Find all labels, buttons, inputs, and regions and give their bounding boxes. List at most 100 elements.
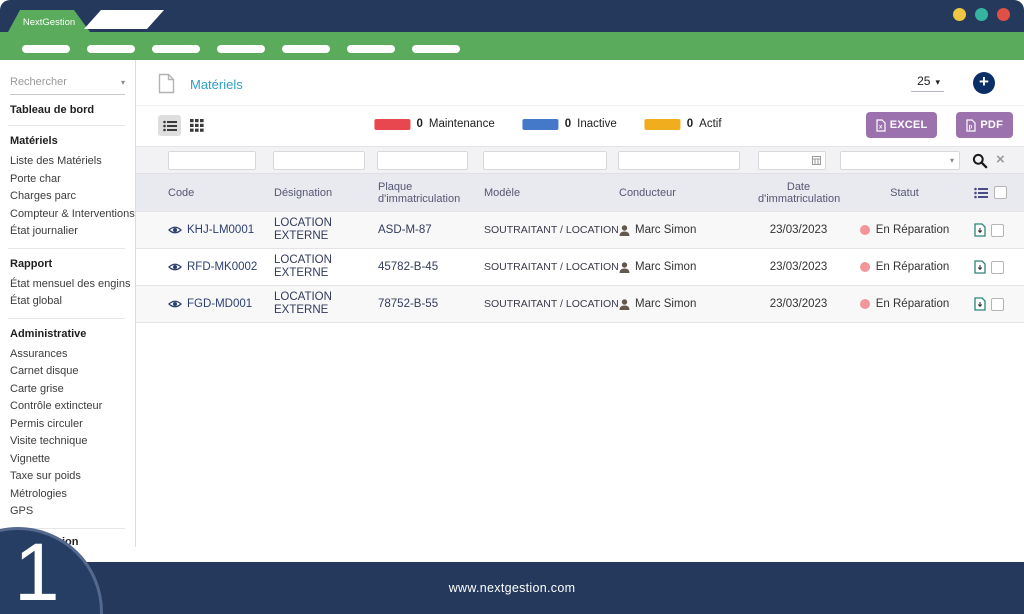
filter-plaque-input[interactable]	[377, 151, 468, 170]
sidebar-item-taxe-sur-poids[interactable]: Taxe sur poids	[0, 468, 135, 486]
add-button[interactable]: +	[973, 72, 995, 94]
column-options-icon[interactable]	[974, 187, 988, 199]
filter-code-input[interactable]	[168, 151, 256, 170]
nav-pill[interactable]	[87, 45, 135, 53]
window-dot-teal-icon[interactable]	[975, 8, 988, 21]
sidebar-item-etat-global[interactable]: État global	[0, 293, 135, 311]
nav-pill[interactable]	[152, 45, 200, 53]
table-filter-row: ▾ ×	[136, 146, 1024, 174]
nav-pill[interactable]	[282, 45, 330, 53]
sidebar-divider	[8, 248, 125, 249]
export-buttons: x EXCEL p PDF	[866, 112, 1013, 138]
sidebar-item-charges-parc[interactable]: Charges parc	[0, 188, 135, 206]
row-code[interactable]: FGD-MD001	[187, 298, 252, 310]
legend-actif: 0 Actif	[645, 118, 722, 130]
file-export-icon[interactable]	[974, 260, 986, 274]
table-row[interactable]: FGD-MD001 LOCATION EXTERNE 78752-B-55 SO…	[136, 285, 1024, 322]
sidebar-item-carte-grise[interactable]: Carte grise	[0, 381, 135, 399]
file-export-icon[interactable]	[974, 223, 986, 237]
eye-icon[interactable]	[168, 262, 182, 272]
grid-icon	[190, 119, 204, 132]
page-title: Matériels	[190, 77, 243, 92]
row-designation: LOCATION EXTERNE	[272, 288, 354, 320]
sidebar-item-etat-mensuel-des-engins[interactable]: État mensuel des engins	[0, 276, 135, 294]
row-code[interactable]: RFD-MK0002	[187, 261, 257, 273]
status-badge: En Réparation	[876, 224, 950, 236]
page-size-select[interactable]: 25▾	[911, 74, 944, 92]
nav-pill[interactable]	[22, 45, 70, 53]
row-plaque: 45782-B-45	[376, 258, 482, 276]
nav-pill[interactable]	[412, 45, 460, 53]
window-dot-yellow-icon[interactable]	[953, 8, 966, 21]
sidebar-item-etat-journalier[interactable]: État journalier	[0, 223, 135, 241]
column-header-modele[interactable]: Modèle	[482, 183, 617, 203]
search-icon[interactable]	[972, 153, 988, 169]
table-row[interactable]: RFD-MK0002 LOCATION EXTERNE 45782-B-45 S…	[136, 248, 1024, 285]
filter-conducteur-input[interactable]	[618, 151, 740, 170]
column-header-plaque[interactable]: Plaque d'immatriculation	[376, 177, 482, 209]
main-content: Matériels 25▾ +	[136, 60, 1024, 562]
status-badge: En Réparation	[876, 298, 950, 310]
sidebar-item-porte-char[interactable]: Porte char	[0, 171, 135, 189]
filter-statut-select[interactable]: ▾	[840, 151, 960, 170]
person-icon	[619, 225, 630, 236]
clear-filters-icon[interactable]: ×	[996, 151, 1005, 168]
excel-file-icon: x	[876, 119, 886, 132]
status-badge: En Réparation	[876, 261, 950, 273]
window-dot-red-icon[interactable]	[997, 8, 1010, 21]
app-window: NextGestion Rechercher ▾ Tableau de bord…	[0, 0, 1024, 614]
file-export-icon[interactable]	[974, 297, 986, 311]
page-number: 1	[14, 532, 60, 614]
sidebar-item-gps[interactable]: GPS	[0, 503, 135, 521]
column-header-conducteur[interactable]: Conducteur	[617, 183, 756, 203]
sidebar-section-materiels[interactable]: Matériels	[0, 134, 135, 149]
brand-name: NextGestion	[23, 17, 75, 28]
sidebar-item-compteur-interventions[interactable]: Compteur & Interventions	[0, 206, 135, 224]
pdf-button[interactable]: p PDF	[956, 112, 1013, 138]
row-code[interactable]: KHJ-LM0001	[187, 224, 254, 236]
row-checkbox[interactable]	[991, 261, 1004, 274]
excel-button[interactable]: x EXCEL	[866, 112, 938, 138]
select-all-checkbox[interactable]	[994, 186, 1007, 199]
legend-count: 0	[687, 118, 693, 130]
filter-designation-input[interactable]	[273, 151, 365, 170]
sidebar-item-controle-extincteur[interactable]: Contrôle extincteur	[0, 398, 135, 416]
row-checkbox[interactable]	[991, 298, 1004, 311]
sidebar-item-tableau-de-bord[interactable]: Tableau de bord	[0, 103, 135, 118]
column-header-designation[interactable]: Désignation	[272, 183, 376, 203]
row-designation: LOCATION EXTERNE	[272, 214, 354, 246]
nav-pill[interactable]	[217, 45, 265, 53]
nav-pill[interactable]	[347, 45, 395, 53]
sidebar-section-rapport[interactable]: Rapport	[0, 257, 135, 272]
sidebar-item-vignette[interactable]: Vignette	[0, 451, 135, 469]
table-body: KHJ-LM0001 LOCATION EXTERNE ASD-M-87 SOU…	[136, 211, 1024, 323]
sidebar-item-metrologies[interactable]: Métrologies	[0, 486, 135, 504]
eye-icon[interactable]	[168, 225, 182, 235]
filter-modele-input[interactable]	[483, 151, 607, 170]
row-plaque: 78752-B-55	[376, 295, 482, 313]
row-checkbox[interactable]	[991, 224, 1004, 237]
column-header-code[interactable]: Code	[166, 183, 272, 203]
eye-icon[interactable]	[168, 299, 182, 309]
column-header-date[interactable]: Date d'immatriculation	[756, 177, 841, 209]
legend-inactive: 0 Inactive	[523, 118, 617, 130]
table-row[interactable]: KHJ-LM0001 LOCATION EXTERNE ASD-M-87 SOU…	[136, 211, 1024, 248]
sidebar-item-permis-circuler[interactable]: Permis circuler	[0, 416, 135, 434]
sidebar-search-select[interactable]: Rechercher ▾	[10, 76, 125, 95]
sidebar-item-liste-des-materiels[interactable]: Liste des Matériels	[0, 153, 135, 171]
legend-swatch-actif	[645, 119, 681, 130]
row-designation: LOCATION EXTERNE	[272, 251, 354, 283]
sidebar-section-administrative[interactable]: Administrative	[0, 327, 135, 342]
status-legend: 0 Maintenance 0 Inactive 0 Actif	[374, 118, 721, 130]
grid-view-button[interactable]	[186, 115, 207, 136]
legend-label: Actif	[699, 118, 721, 130]
excel-button-label: EXCEL	[890, 119, 928, 131]
svg-text:x: x	[879, 124, 883, 130]
sidebar-item-assurances[interactable]: Assurances	[0, 346, 135, 364]
column-header-statut[interactable]: Statut	[841, 183, 968, 203]
row-modele: SOUTRAITANT / LOCATION	[482, 258, 617, 276]
svg-text:p: p	[969, 124, 973, 130]
sidebar-item-visite-technique[interactable]: Visite technique	[0, 433, 135, 451]
list-view-button[interactable]	[158, 115, 181, 136]
sidebar-item-carnet-disque[interactable]: Carnet disque	[0, 363, 135, 381]
